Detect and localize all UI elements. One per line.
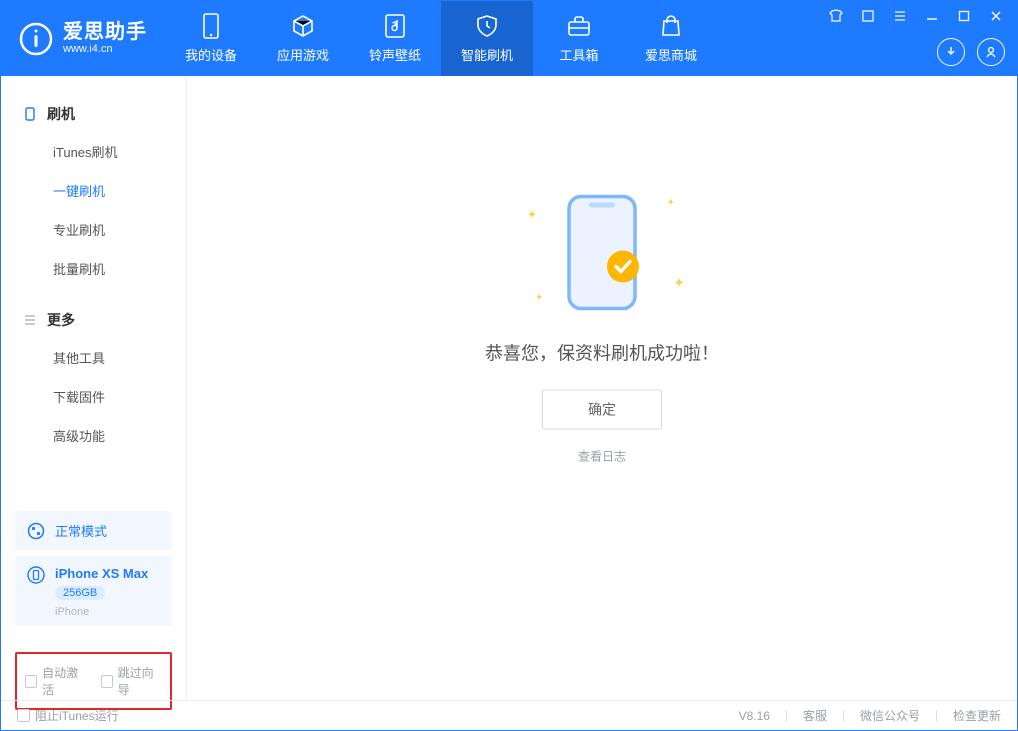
titlebar-right: [827, 1, 1005, 76]
tab-label: 我的设备: [185, 45, 237, 64]
menu-icon[interactable]: [859, 7, 877, 25]
shield-icon: [474, 13, 500, 39]
window-controls: [827, 7, 1005, 25]
device-name: iPhone XS Max: [55, 566, 148, 581]
tab-label: 爱思商城: [645, 45, 697, 64]
divider: [786, 710, 787, 722]
close-icon[interactable]: [987, 7, 1005, 25]
main-area: ✦ ✦ ✦ ✦ 恭喜您，保资料刷机成功啦！ 确定 查看日志: [187, 76, 1017, 700]
shirt-icon[interactable]: [827, 7, 845, 25]
mode-card[interactable]: 正常模式: [15, 511, 172, 550]
list-icon: [23, 313, 37, 327]
checkbox-icon: [101, 675, 113, 688]
tab-flash[interactable]: 智能刷机: [441, 1, 533, 76]
sidebar-item-onekey-flash[interactable]: 一键刷机: [1, 171, 186, 210]
tab-label: 工具箱: [559, 45, 598, 64]
wechat-link[interactable]: 微信公众号: [860, 707, 920, 724]
checkbox-block-itunes[interactable]: 阻止iTunes运行: [17, 707, 119, 724]
divider: [843, 710, 844, 722]
sidebar-group-title: 更多: [47, 310, 75, 330]
checkbox-auto-activate[interactable]: 自动激活: [25, 664, 87, 698]
device-card[interactable]: iPhone XS Max 256GB iPhone: [15, 556, 172, 626]
sidebar-group-more[interactable]: 更多: [1, 302, 186, 338]
sidebar-item-itunes-flash[interactable]: iTunes刷机: [1, 132, 186, 171]
app-logo: 爱思助手 www.i4.cn: [19, 21, 147, 55]
tab-apps[interactable]: 应用游戏: [257, 1, 349, 76]
app-site: www.i4.cn: [63, 43, 147, 55]
sidebar-item-other-tools[interactable]: 其他工具: [1, 338, 186, 377]
checkbox-icon: [25, 675, 37, 688]
sidebar-item-pro-flash[interactable]: 专业刷机: [1, 210, 186, 249]
tab-label: 智能刷机: [461, 45, 513, 64]
view-log-link[interactable]: 查看日志: [578, 447, 626, 464]
tab-label: 应用游戏: [277, 45, 329, 64]
check-update-link[interactable]: 检查更新: [953, 707, 1001, 724]
cube-icon: [290, 13, 316, 39]
version-text: V8.16: [739, 709, 770, 723]
success-illustration: ✦ ✦ ✦ ✦: [517, 187, 687, 317]
music-icon: [382, 13, 408, 39]
checkbox-label: 阻止iTunes运行: [35, 707, 119, 724]
checkbox-icon: [17, 709, 30, 722]
tab-ringtone[interactable]: 铃声壁纸: [349, 1, 441, 76]
checkbox-label: 跳过向导: [118, 664, 162, 698]
checkbox-skip-guide[interactable]: 跳过向导: [101, 664, 163, 698]
divider: [936, 710, 937, 722]
device-icon: [198, 13, 224, 39]
maximize-icon[interactable]: [955, 7, 973, 25]
sidebar: 刷机 iTunes刷机 一键刷机 专业刷机 批量刷机 更多 其他工具 下载固件 …: [1, 76, 187, 700]
tab-toolbox[interactable]: 工具箱: [533, 1, 625, 76]
checkbox-label: 自动激活: [42, 664, 86, 698]
bag-icon: [658, 13, 684, 39]
minimize-icon[interactable]: [923, 7, 941, 25]
tab-label: 铃声壁纸: [369, 45, 421, 64]
ok-button[interactable]: 确定: [542, 389, 662, 429]
sidebar-item-batch-flash[interactable]: 批量刷机: [1, 249, 186, 288]
download-button[interactable]: [937, 38, 965, 66]
user-button[interactable]: [977, 38, 1005, 66]
top-tabs: 我的设备 应用游戏 铃声壁纸 智能刷机 工具箱: [165, 1, 717, 76]
tab-device[interactable]: 我的设备: [165, 1, 257, 76]
toolbox-icon: [566, 13, 592, 39]
workspace: 刷机 iTunes刷机 一键刷机 专业刷机 批量刷机 更多 其他工具 下载固件 …: [1, 76, 1017, 700]
sidebar-group-title: 刷机: [47, 104, 75, 124]
sidebar-item-advanced[interactable]: 高级功能: [1, 416, 186, 455]
success-title: 恭喜您，保资料刷机成功啦！: [485, 339, 719, 365]
mode-label: 正常模式: [55, 521, 107, 540]
sidebar-group-flash[interactable]: 刷机: [1, 96, 186, 132]
phone-icon: [27, 566, 45, 584]
check-badge-icon: [605, 248, 641, 289]
titlebar: 爱思助手 www.i4.cn 我的设备 应用游戏 铃声壁纸 智: [1, 1, 1017, 76]
mode-icon: [27, 522, 45, 540]
list-icon[interactable]: [891, 7, 909, 25]
sidebar-item-download-firmware[interactable]: 下载固件: [1, 377, 186, 416]
app-name: 爱思助手: [63, 21, 147, 43]
support-link[interactable]: 客服: [803, 707, 827, 724]
tab-store[interactable]: 爱思商城: [625, 1, 717, 76]
device-type: iPhone: [55, 606, 148, 618]
logo-icon: [19, 22, 53, 56]
statusbar: 阻止iTunes运行 V8.16 客服 微信公众号 检查更新: [1, 700, 1017, 730]
phone-outline-icon: [23, 107, 37, 121]
device-capacity: 256GB: [55, 586, 105, 600]
